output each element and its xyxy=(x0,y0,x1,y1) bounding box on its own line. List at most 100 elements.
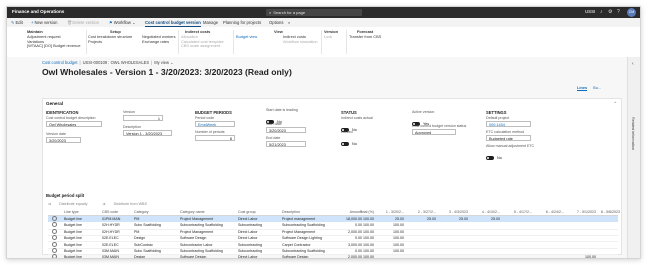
breadcrumb-separator: | xyxy=(151,60,153,65)
table-cell: 100.00 xyxy=(393,249,404,253)
column-header[interactable]: 3 - 4/3/2023 xyxy=(438,209,468,215)
workflow-button[interactable]: ⚑Workflow ⌄ xyxy=(109,20,136,25)
table-cell: Subcontracting Scaffolding xyxy=(282,223,325,228)
delete-version-button[interactable]: 🗑Delete version xyxy=(67,20,99,26)
cbs-scale-assignment-button[interactable]: CBS scale assignment xyxy=(181,44,224,49)
desc-input[interactable]: Owl Wholesales xyxy=(46,121,102,127)
column-header[interactable]: 7 - 5/1/2023 xyxy=(566,209,596,215)
toggle-switch xyxy=(341,141,349,146)
tab-manage[interactable]: Manage xyxy=(203,20,218,25)
ribbon-group-view: View Budget view xyxy=(236,29,283,40)
chevron-up-icon[interactable]: ⌃ xyxy=(613,101,617,107)
divider xyxy=(178,30,179,54)
budget-view-button[interactable]: Budget view xyxy=(236,34,283,40)
distribute-icon: ⇉ xyxy=(102,202,107,206)
column-header[interactable]: 1 - 3/20/2... xyxy=(374,209,404,215)
row-select-radio[interactable] xyxy=(52,216,57,221)
column-header[interactable]: 8 - 5/8/2023 xyxy=(596,209,620,215)
table-cell: Design xyxy=(134,236,146,241)
edit-button[interactable]: ✎Edit xyxy=(11,20,23,25)
row-select-radio[interactable] xyxy=(52,222,57,228)
search-box[interactable]: ⌕ Search for a page xyxy=(266,9,362,16)
table-row[interactable]: Budget line 03M.MAIN Design Software Design… xyxy=(48,254,618,259)
column-header[interactable]: Cost group xyxy=(238,209,280,215)
lock-button[interactable]: Lock xyxy=(324,34,338,40)
table-cell: 25.00 xyxy=(427,217,436,221)
help-icon[interactable]: ? xyxy=(617,9,620,15)
table-cell: Software Design xyxy=(180,255,207,259)
app-title: Finance and Operations xyxy=(12,9,65,14)
transfer-from-cbs-button[interactable]: Transfer from CBS xyxy=(349,34,381,40)
exchange-rates-button[interactable]: Exchange rates xyxy=(142,39,176,45)
row-select-cell[interactable] xyxy=(52,254,57,258)
column-header[interactable]: Description xyxy=(282,209,332,215)
search-icon: ⌕ xyxy=(269,10,272,15)
start-date-input[interactable]: 3/20/2023 xyxy=(266,127,306,133)
column-header[interactable]: Line type xyxy=(64,209,100,215)
gear-icon[interactable]: ⚙ xyxy=(608,9,612,15)
table-cell: Budget line xyxy=(64,249,82,253)
settings-section: SETTINGS xyxy=(486,110,507,115)
column-header[interactable]: 2 - 3/27/2... xyxy=(406,209,436,215)
related-information-pane[interactable]: ‹ Related information xyxy=(627,57,640,258)
row-select-radio[interactable] xyxy=(52,248,57,253)
column-header[interactable]: 5 - 4/17/2... xyxy=(502,209,532,215)
ccb-status-select[interactable]: Approved xyxy=(412,129,456,135)
column-header[interactable]: 4 - 4/10/2... xyxy=(470,209,500,215)
start-leading-label: Start date is leading xyxy=(266,108,298,112)
search-icon[interactable]: ⌕ xyxy=(288,20,290,25)
divider xyxy=(321,30,322,54)
table-row[interactable]: Budget line 01PM.MAN PM Project Management D… xyxy=(48,216,618,223)
column-header[interactable]: CBS code xyxy=(102,209,132,215)
default-project-input[interactable]: 000:1454 xyxy=(486,121,531,127)
column-header[interactable]: 6 - 4/24/2... xyxy=(534,209,564,215)
tab-lines[interactable]: Lines xyxy=(577,85,588,91)
locked-toggle[interactable]: No xyxy=(341,135,357,153)
projects-button[interactable]: Projects xyxy=(88,39,132,45)
locked-label: Locked xyxy=(341,130,353,134)
search-placeholder: Search for a page xyxy=(273,10,306,15)
column-header[interactable]: Total (%) xyxy=(354,209,374,215)
new-version-button[interactable]: +New version xyxy=(31,20,58,25)
num-periods-input[interactable]: 8 xyxy=(195,135,235,141)
table-cell: 100.00 xyxy=(363,223,374,228)
toggle-text: No xyxy=(352,141,357,146)
tab-options[interactable]: Options xyxy=(269,20,283,25)
tab-planning-for-projects[interactable]: Planning for projects xyxy=(223,20,261,25)
budget-revenue-button[interactable]: [WTAAC] [DO] Budget revenue xyxy=(27,44,81,49)
table-cell: Design xyxy=(134,255,146,259)
table-cell: Budget line xyxy=(64,217,82,221)
etc-method-select[interactable]: Budgeted rate xyxy=(486,135,531,141)
table-cell: 100.00 xyxy=(363,229,374,234)
version-date-input[interactable]: 3/20/2023 xyxy=(46,137,81,143)
allow-manual-toggle[interactable]: No xyxy=(486,149,502,167)
version-input[interactable]: 1 xyxy=(123,115,163,121)
row-select-radio[interactable] xyxy=(52,241,57,247)
column-header[interactable]: Category name xyxy=(180,209,236,215)
period-code-input[interactable]: EmplWeek xyxy=(195,121,235,127)
breadcrumb-root[interactable]: Cost control budget xyxy=(42,60,78,65)
distribute-equally-label: Distribute equally xyxy=(59,202,88,206)
tab-cost-control-budget-version[interactable]: Cost control budget version xyxy=(145,20,201,27)
description-input[interactable]: Version 1 - 3/20/2023 xyxy=(123,130,172,136)
view-selector[interactable]: My view xyxy=(154,60,169,65)
row-select-radio[interactable] xyxy=(52,228,57,234)
company-picker[interactable]: USSI xyxy=(585,9,595,14)
general-header[interactable]: General xyxy=(46,101,63,106)
row-select-radio[interactable] xyxy=(52,254,57,258)
row-select-radio[interactable] xyxy=(52,235,57,241)
end-date-input[interactable]: 5/21/2023 xyxy=(266,141,306,147)
tab-budget[interactable]: Bu... xyxy=(593,85,601,90)
table-cell: Subc Scaffolding xyxy=(134,249,161,253)
table-cell: Subcontractor Labor xyxy=(180,242,213,247)
table-cell: Budget line xyxy=(64,223,82,228)
distribute-equally-button[interactable]: ⇉ Distribute equally xyxy=(48,202,94,206)
distribute-from-wbs-button[interactable]: ⇉ Distribute from WBS xyxy=(102,202,154,206)
column-header[interactable]: Category xyxy=(134,209,178,215)
workflow-simulation-button[interactable]: Workflow simulation xyxy=(283,39,318,45)
table-cell: Budget line xyxy=(64,242,82,247)
avatar[interactable]: CM xyxy=(627,8,636,17)
table-cell: 03M.MAIN xyxy=(102,249,119,253)
bell-icon[interactable]: ♪ xyxy=(600,9,603,15)
chevron-left-icon[interactable]: ‹ xyxy=(632,61,634,67)
